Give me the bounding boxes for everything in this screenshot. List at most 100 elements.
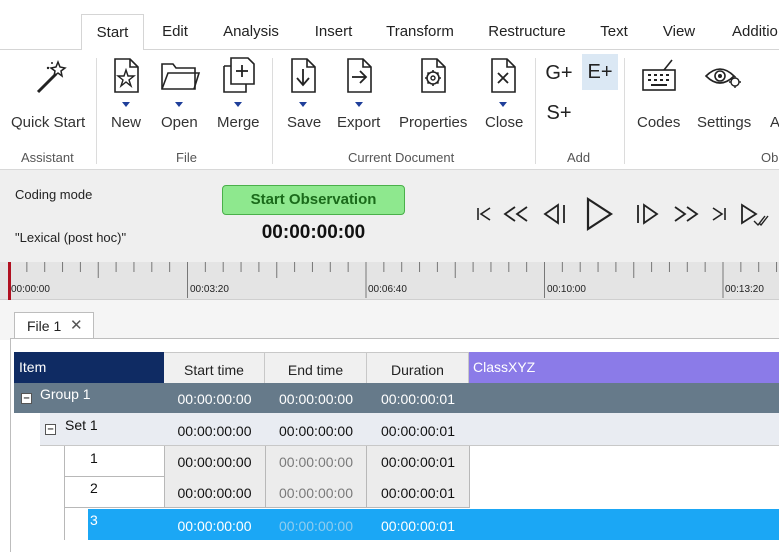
row-duration[interactable]: 00:00:00:01 [367, 391, 469, 407]
merge-label: Merge [217, 114, 260, 131]
column-header-item[interactable]: Item [14, 352, 164, 383]
row-duration[interactable]: 00:00:00:01 [367, 423, 469, 439]
tab-transform[interactable]: Transform [378, 14, 462, 50]
row-end-time[interactable]: 00:00:00:00 [265, 485, 367, 501]
row-end-time[interactable]: 00:00:00:00 [265, 454, 367, 470]
eye-gear-icon [704, 68, 741, 88]
coding-mode-label: Coding mode [15, 187, 93, 202]
tab-analysis[interactable]: Analysis [217, 14, 285, 50]
save-label: Save [287, 114, 322, 131]
row-label: 3 [90, 512, 98, 528]
row-duration[interactable]: 00:00:00:01 [367, 485, 469, 501]
new-label: New [111, 114, 142, 131]
skip-to-start-icon[interactable] [474, 199, 494, 229]
tab-edit[interactable]: Edit [150, 14, 200, 50]
file-tab[interactable]: File 1 ✕ [14, 312, 94, 338]
rewind-icon[interactable] [501, 199, 531, 229]
keyboard-icon [642, 59, 676, 91]
column-header-end-time[interactable]: End time [265, 352, 367, 383]
step-forward-icon[interactable] [632, 199, 662, 229]
settings-button[interactable] [702, 56, 744, 96]
codes-button[interactable] [638, 56, 680, 96]
row-end-time[interactable]: 00:00:00:00 [265, 423, 367, 439]
row-duration[interactable]: 00:00:00:01 [367, 518, 469, 534]
row-start-time[interactable]: 00:00:00:00 [164, 423, 265, 439]
row-label: 1 [90, 450, 98, 466]
column-header-class[interactable]: ClassXYZ [469, 352, 779, 383]
close-button[interactable] [482, 56, 524, 96]
close-label: Close [485, 114, 524, 131]
timeline-label-2: 00:06:40 [368, 284, 407, 295]
coding-panel [0, 170, 779, 262]
fast-forward-icon[interactable] [671, 199, 701, 229]
timeline-label-0: 00:00:00 [11, 284, 50, 295]
group-separator [272, 58, 273, 164]
quick-start-button[interactable] [8, 56, 88, 100]
merge-button[interactable] [216, 56, 260, 96]
export-document-icon [347, 58, 372, 93]
partial-button-label: A [770, 114, 779, 131]
merge-documents-icon [223, 57, 255, 93]
save-dropdown-arrow[interactable] [299, 102, 307, 107]
tab-text[interactable]: Text [590, 14, 638, 50]
open-button[interactable] [158, 56, 202, 96]
row-duration[interactable]: 00:00:00:01 [367, 454, 469, 470]
group-label-file: File [176, 150, 197, 165]
timeline-label-1: 00:03:20 [190, 284, 229, 295]
merge-dropdown-arrow[interactable] [234, 102, 242, 107]
tab-view[interactable]: View [654, 14, 704, 50]
column-header-start-time[interactable]: Start time [164, 352, 265, 383]
row-start-time[interactable]: 00:00:00:00 [164, 454, 265, 470]
collapse-icon[interactable]: – [21, 393, 32, 404]
new-dropdown-arrow[interactable] [122, 102, 130, 107]
play-icon[interactable] [582, 195, 616, 233]
quick-start-label: Quick Start [11, 114, 86, 131]
step-back-icon[interactable] [540, 199, 570, 229]
row-start-time[interactable]: 00:00:00:00 [164, 391, 265, 407]
ribbon-tab-bar: Start Edit Analysis Insert Transform Res… [0, 0, 779, 51]
save-button[interactable] [282, 56, 324, 96]
export-label: Export [337, 114, 381, 131]
row-label: Group 1 [40, 386, 91, 402]
tab-insert[interactable]: Insert [305, 14, 362, 50]
group-separator [535, 58, 536, 164]
row-end-time[interactable]: 00:00:00:00 [265, 391, 367, 407]
tab-start[interactable]: Start [81, 14, 144, 51]
tab-additional[interactable]: Additio [722, 14, 779, 50]
export-dropdown-arrow[interactable] [355, 102, 363, 107]
row-label: Set 1 [65, 417, 98, 433]
column-header-duration[interactable]: Duration [367, 352, 469, 383]
properties-button[interactable] [412, 56, 454, 96]
close-dropdown-arrow[interactable] [499, 102, 507, 107]
close-document-icon [491, 58, 516, 93]
play-to-marker-icon[interactable] [738, 199, 770, 229]
timeline-label-4: 00:13:20 [725, 284, 764, 295]
add-set-button[interactable]: S+ [541, 98, 577, 132]
skip-to-end-icon[interactable] [709, 199, 729, 229]
collapse-icon[interactable]: – [45, 424, 56, 435]
new-document-icon [114, 58, 139, 93]
row-label: 2 [90, 480, 98, 496]
row-start-time[interactable]: 00:00:00:00 [164, 485, 265, 501]
add-group-button[interactable]: G+ [541, 58, 577, 92]
row-start-time[interactable]: 00:00:00:00 [164, 518, 265, 534]
ribbon-panel: Quick Start Assistant New Open Merge Fil… [0, 50, 779, 170]
save-document-icon [291, 58, 316, 93]
coding-mode-value: "Lexical (post hoc)" [15, 230, 127, 245]
folder-open-icon [161, 63, 201, 90]
timeline-ruler[interactable]: 00:00:00 00:03:20 00:06:40 00:10:00 00:1… [0, 262, 779, 300]
properties-label: Properties [399, 114, 468, 131]
row-end-time[interactable]: 00:00:00:00 [265, 518, 367, 534]
observation-timer: 00:00:00:00 [261, 222, 366, 243]
export-button[interactable] [338, 56, 380, 96]
start-observation-button[interactable]: Start Observation [222, 185, 405, 215]
row-indent [14, 413, 40, 447]
new-button[interactable] [104, 56, 148, 96]
group-label-current-document: Current Document [348, 150, 455, 165]
add-event-button[interactable]: E+ [582, 54, 618, 90]
open-dropdown-arrow[interactable] [175, 102, 183, 107]
group-label-add: Add [567, 150, 591, 165]
tab-restructure[interactable]: Restructure [478, 14, 576, 50]
close-icon[interactable]: ✕ [70, 313, 83, 339]
group-separator [624, 58, 625, 164]
